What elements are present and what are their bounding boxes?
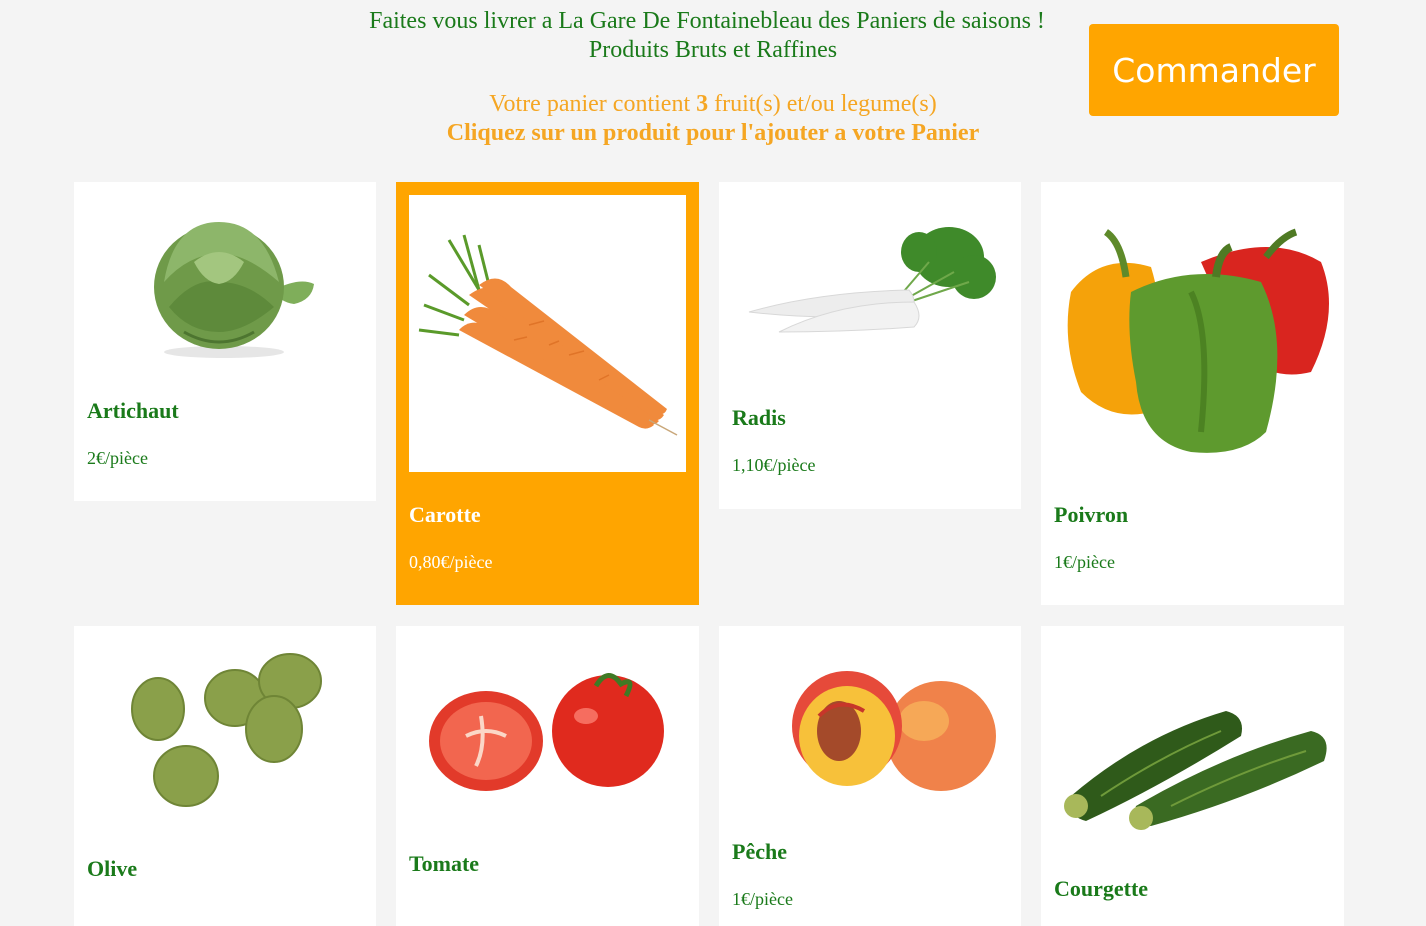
product-card-poivron[interactable]: Poivron 1€/pièce (1041, 182, 1344, 605)
product-card-artichaut[interactable]: Artichaut 2€/pièce (74, 182, 376, 501)
product-price: 1,10€/pièce (732, 455, 816, 475)
product-price: 1€/pièce (732, 889, 793, 909)
olive-image (74, 626, 376, 831)
basket-count: 3 (696, 91, 709, 117)
product-price: 1€/pièce (1054, 552, 1115, 572)
peach-image (719, 626, 1021, 821)
product-name: Poivron (1054, 502, 1129, 527)
basket-prefix: Votre panier contient (489, 91, 697, 117)
product-name: Olive (87, 856, 138, 881)
basket-suffix: fruit(s) et/ou legume(s) (708, 91, 937, 117)
radish-image (719, 182, 1021, 387)
product-card-tomate[interactable]: Tomate (396, 626, 699, 926)
product-name: Pêche (732, 839, 787, 864)
product-card-courgette[interactable]: Courgette (1041, 626, 1344, 926)
tomato-image (396, 626, 699, 831)
product-card-carotte[interactable]: Carotte 0,80€/pièce (396, 182, 699, 605)
product-name: Carotte (409, 502, 481, 527)
product-name: Courgette (1054, 876, 1149, 901)
product-price: 2€/pièce (87, 448, 148, 468)
product-card-radis[interactable]: Radis 1,10€/pièce (719, 182, 1021, 509)
carrot-image (409, 195, 686, 472)
zucchini-image (1041, 626, 1344, 861)
pepper-image (1041, 182, 1344, 482)
order-button[interactable]: Commander (1089, 24, 1339, 116)
product-price: 0,80€/pièce (409, 552, 493, 572)
product-name: Artichaut (87, 398, 179, 423)
product-card-peche[interactable]: Pêche 1€/pièce (719, 626, 1021, 926)
add-instruction: Cliquez sur un produit pour l'ajouter a … (446, 120, 980, 146)
product-name: Tomate (409, 851, 480, 876)
artichoke-image (74, 182, 376, 372)
product-card-olive[interactable]: Olive (74, 626, 376, 926)
product-name: Radis (732, 405, 786, 430)
